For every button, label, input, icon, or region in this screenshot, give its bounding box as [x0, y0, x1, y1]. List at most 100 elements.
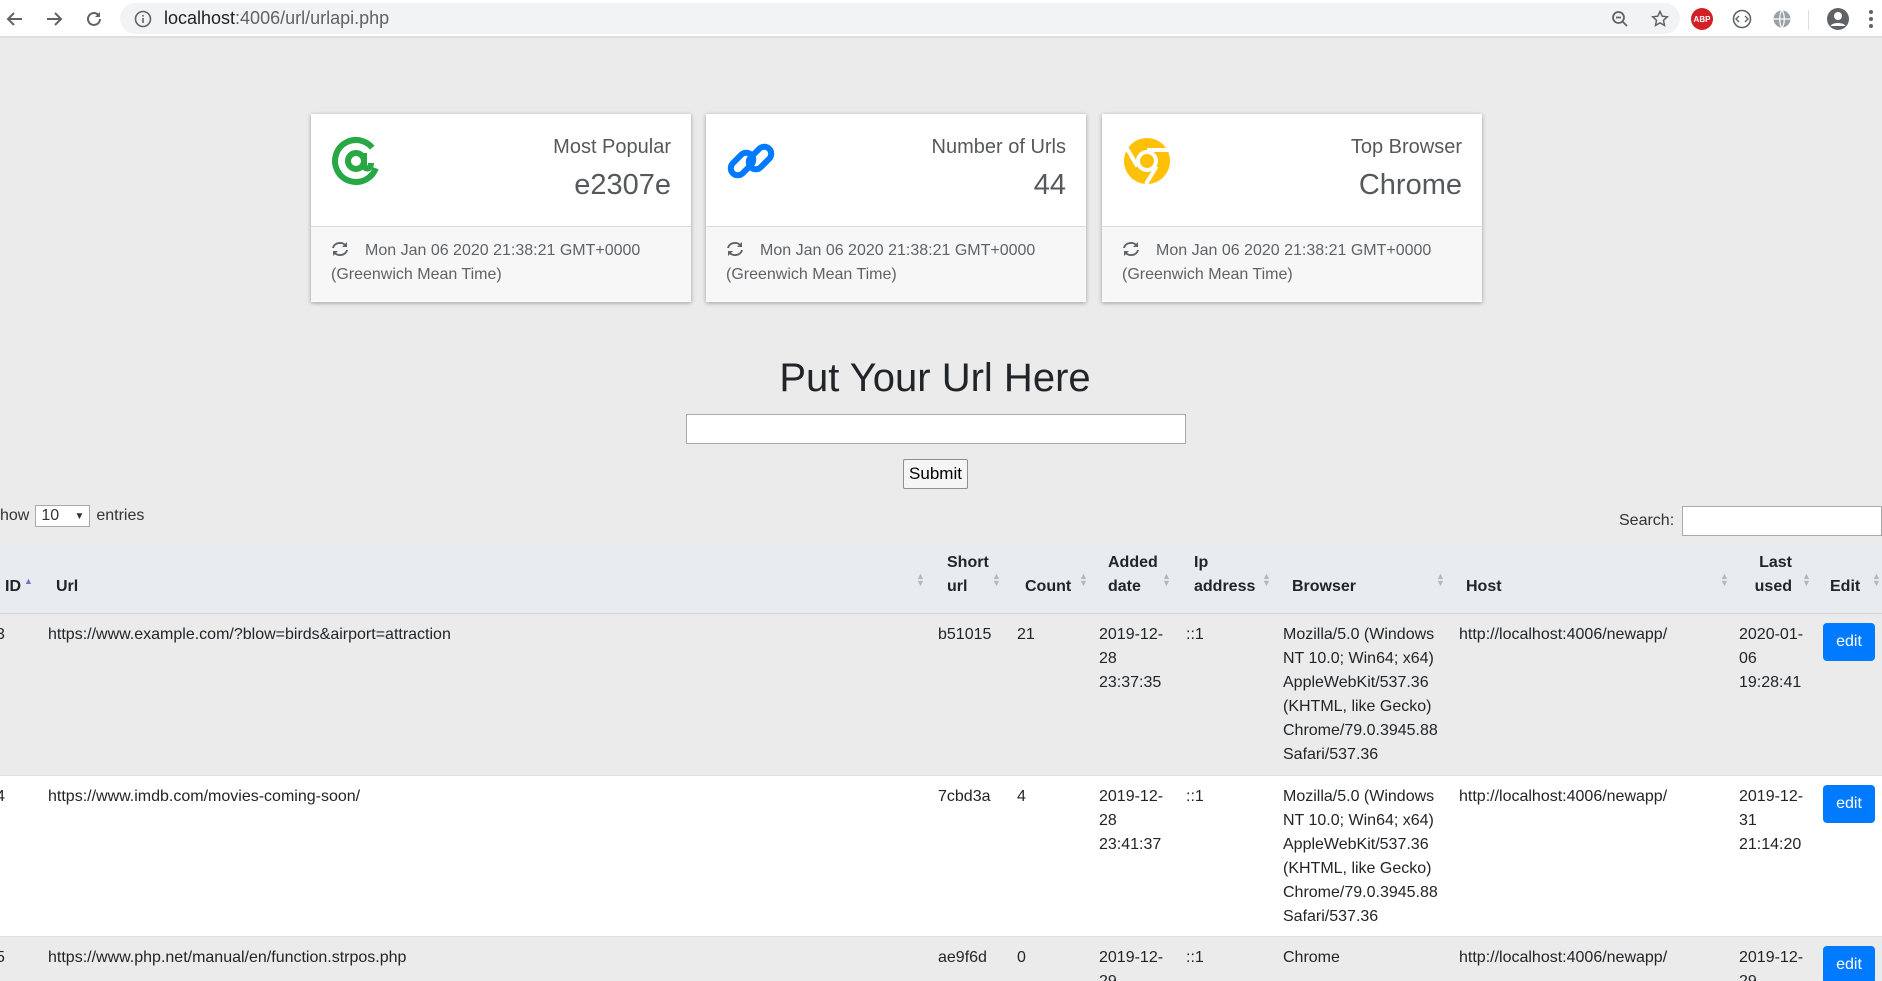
- profile-button[interactable]: [1820, 0, 1856, 38]
- table-search-control: Search:: [1619, 506, 1882, 536]
- table-search-input[interactable]: [1682, 506, 1882, 536]
- card-updated-time: Mon Jan 06 2020 21:38:21 GMT+0000 (Green…: [726, 242, 1036, 283]
- card-top-browser: Top Browser Chrome Mon Jan 06 2020 21:38…: [1102, 114, 1482, 302]
- sort-icon: ▲ ▼: [1079, 571, 1088, 588]
- globe-extension-button[interactable]: [1764, 0, 1800, 38]
- table-row: 4 https://www.imdb.com/movies-coming-soo…: [0, 776, 1882, 937]
- arrow-left-icon: [6, 12, 22, 26]
- adblock-extension-button[interactable]: ABP: [1684, 0, 1720, 38]
- card-value: e2307e: [574, 169, 671, 201]
- refresh-icon: [727, 242, 743, 256]
- th-edit[interactable]: Edit: [1830, 575, 1860, 599]
- cell-browser: Chrome: [1283, 949, 1340, 966]
- star-icon: [1651, 9, 1669, 27]
- search-label: Search:: [1619, 512, 1675, 529]
- cell-last-used: 2019-12-31 21:14:20: [1739, 788, 1804, 853]
- url-text[interactable]: localhost:4006/url/urlapi.php: [164, 8, 389, 29]
- browser-menu-button[interactable]: [1860, 0, 1882, 38]
- cell-id: 5: [0, 949, 5, 966]
- cell-ip: ::1: [1186, 949, 1204, 966]
- cell-url: https://www.php.net/manual/en/function.s…: [48, 949, 407, 966]
- table-row: 5 https://www.php.net/manual/en/function…: [0, 937, 1882, 981]
- th-ip-address[interactable]: Ip address: [1194, 551, 1264, 599]
- th-short-url[interactable]: Short url: [947, 551, 997, 599]
- omnibox-actions: [1600, 3, 1680, 34]
- cell-host: http://localhost:4006/newapp/: [1459, 626, 1668, 643]
- extension-button[interactable]: [1724, 0, 1760, 38]
- at-sign-icon: [332, 137, 380, 185]
- url-host: localhost: [164, 8, 236, 28]
- submit-button[interactable]: Submit: [903, 459, 968, 489]
- cell-short-url: 7cbd3a: [938, 788, 991, 805]
- cell-url: https://www.example.com/?blow=birds&airp…: [48, 626, 451, 643]
- code-extension-icon: [1732, 9, 1752, 29]
- cell-short-url: b51015: [938, 626, 992, 643]
- card-label: Most Popular: [553, 136, 671, 158]
- table-header-row: ID ▲ Url ▲ ▼ Short url ▲ ▼ Count ▲ ▼ Added …: [0, 543, 1882, 614]
- card-updated-time: Mon Jan 06 2020 21:38:21 GMT+0000 (Green…: [331, 242, 641, 283]
- card-value: 44: [1033, 169, 1066, 201]
- sort-icon: ▲ ▼: [1720, 571, 1729, 588]
- forward-button[interactable]: [34, 0, 74, 38]
- address-bar[interactable]: localhost:4006/url/urlapi.php: [120, 3, 1680, 34]
- back-button[interactable]: [0, 0, 30, 38]
- form-title: Put Your Url Here: [779, 356, 1091, 400]
- cell-count: 4: [1017, 788, 1026, 805]
- th-id[interactable]: ID: [5, 575, 21, 599]
- info-icon[interactable]: [134, 10, 152, 28]
- th-browser[interactable]: Browser: [1292, 575, 1356, 599]
- card-most-popular: Most Popular e2307e Mon Jan 06 2020 21:3…: [311, 114, 691, 302]
- cell-added-date: 2019-12-28 23:41:37: [1099, 788, 1164, 853]
- card-header: Top Browser Chrome: [1102, 114, 1482, 227]
- zoom-button[interactable]: [1600, 3, 1640, 34]
- card-header: Most Popular e2307e: [311, 114, 691, 227]
- arrow-right-icon: [47, 12, 63, 26]
- card-updated-time: Mon Jan 06 2020 21:38:21 GMT+0000 (Green…: [1122, 242, 1432, 283]
- cell-ip: ::1: [1186, 626, 1204, 643]
- sort-icon: ▲ ▼: [1802, 571, 1811, 588]
- cell-added-date: 2019-12-28 23:37:35: [1099, 626, 1164, 691]
- cell-browser: Mozilla/5.0 (Windows NT 10.0; Win64; x64…: [1283, 788, 1438, 925]
- table-row: 3 https://www.example.com/?blow=birds&ai…: [0, 614, 1882, 776]
- url-path: :4006/url/urlapi.php: [235, 8, 390, 28]
- card-header: Number of Urls 44: [706, 114, 1086, 227]
- cell-ip: ::1: [1186, 788, 1204, 805]
- th-added-date[interactable]: Added date: [1108, 551, 1168, 599]
- adblock-icon: ABP: [1691, 8, 1713, 30]
- sort-icon: ▲ ▼: [1262, 571, 1271, 588]
- sort-asc-icon: ▲: [24, 576, 33, 586]
- sort-icon: ▲ ▼: [1436, 571, 1445, 588]
- edit-button[interactable]: edit: [1823, 623, 1875, 661]
- edit-button[interactable]: edit: [1823, 946, 1875, 981]
- bookmark-button[interactable]: [1640, 3, 1680, 34]
- card-number-of-urls: Number of Urls 44 Mon Jan 06 2020 21:38:…: [706, 114, 1086, 302]
- cell-id: 3: [0, 626, 5, 643]
- cell-count: 0: [1017, 949, 1026, 966]
- cell-short-url: ae9f6d: [938, 949, 987, 966]
- toolbar-separator: [1808, 10, 1809, 30]
- th-count[interactable]: Count: [1025, 575, 1071, 599]
- link-icon: [727, 143, 775, 179]
- sort-icon: ▲ ▼: [1162, 571, 1171, 588]
- th-url[interactable]: Url: [56, 575, 78, 599]
- card-label: Number of Urls: [931, 136, 1066, 158]
- avatar-icon: [1827, 8, 1849, 30]
- reload-button[interactable]: [74, 0, 114, 38]
- edit-button[interactable]: edit: [1823, 785, 1875, 823]
- url-input[interactable]: [686, 414, 1186, 444]
- cell-host: http://localhost:4006/newapp/: [1459, 788, 1668, 805]
- kebab-menu-icon: [1869, 10, 1873, 28]
- entries-label: entries: [96, 507, 145, 524]
- card-footer: Mon Jan 06 2020 21:38:21 GMT+0000 (Green…: [706, 227, 1086, 301]
- entries-select[interactable]: 10 ▼: [35, 505, 91, 527]
- th-last-used[interactable]: Last used: [1746, 551, 1792, 599]
- refresh-icon: [332, 242, 348, 256]
- sort-icon: ▲ ▼: [916, 571, 925, 588]
- th-host[interactable]: Host: [1466, 575, 1502, 599]
- cell-count: 21: [1017, 626, 1035, 643]
- entries-select-value: 10: [41, 507, 60, 524]
- cell-last-used: 2020-01-06 19:28:41: [1739, 626, 1804, 691]
- card-footer: Mon Jan 06 2020 21:38:21 GMT+0000 (Green…: [1102, 227, 1482, 301]
- card-value: Chrome: [1358, 169, 1462, 201]
- reload-icon: [87, 11, 101, 26]
